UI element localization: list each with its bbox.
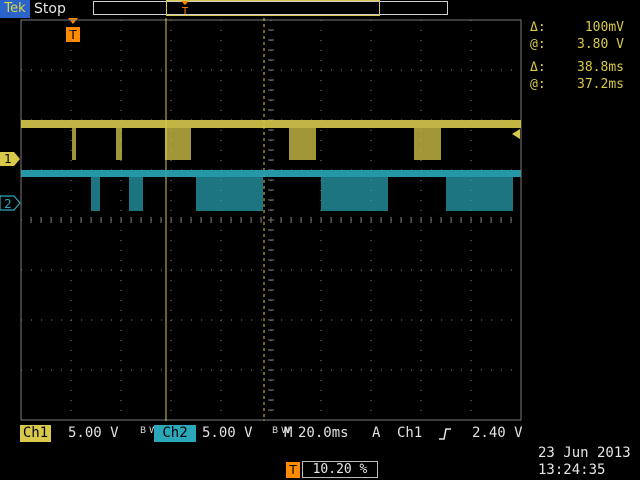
rising-edge-icon xyxy=(439,428,451,440)
horizontal-scale[interactable]: 20.0ms xyxy=(298,425,349,442)
trigger-source[interactable]: Ch1 xyxy=(397,425,422,442)
graticule xyxy=(20,19,522,421)
cursor-delta-amplitude: Δ: 100mV xyxy=(530,20,624,35)
svg-text:2: 2 xyxy=(4,197,12,211)
trigger-position-readout[interactable]: 10.20 % xyxy=(302,461,378,478)
ch2-scale[interactable]: 5.00 V xyxy=(202,425,253,442)
date-readout: 23 Jun 2013 xyxy=(538,445,631,461)
trigger-level-icon[interactable] xyxy=(512,129,520,139)
time-readout: 13:24:35 xyxy=(538,462,606,478)
trigger-position-icon: T xyxy=(286,462,300,478)
cursor-at-amplitude: @: 3.80 V xyxy=(530,37,624,52)
ch1-scale[interactable]: 5.00 V xyxy=(68,425,119,442)
channel-1-marker[interactable]: 1 xyxy=(0,152,20,166)
horizontal-label: M xyxy=(284,425,293,441)
channel-2-marker[interactable]: 2 xyxy=(0,195,21,211)
trigger-mode: A xyxy=(372,425,381,441)
ch1-label[interactable]: Ch1 xyxy=(20,425,51,442)
ch2-label[interactable]: Ch2 xyxy=(154,425,196,442)
trigger-level[interactable]: 2.40 V xyxy=(472,425,523,442)
cursor-at-time: @: 37.2ms xyxy=(530,77,624,92)
svg-text:1: 1 xyxy=(4,152,12,166)
cursor-delta-time: Δ: 38.8ms xyxy=(530,60,624,75)
